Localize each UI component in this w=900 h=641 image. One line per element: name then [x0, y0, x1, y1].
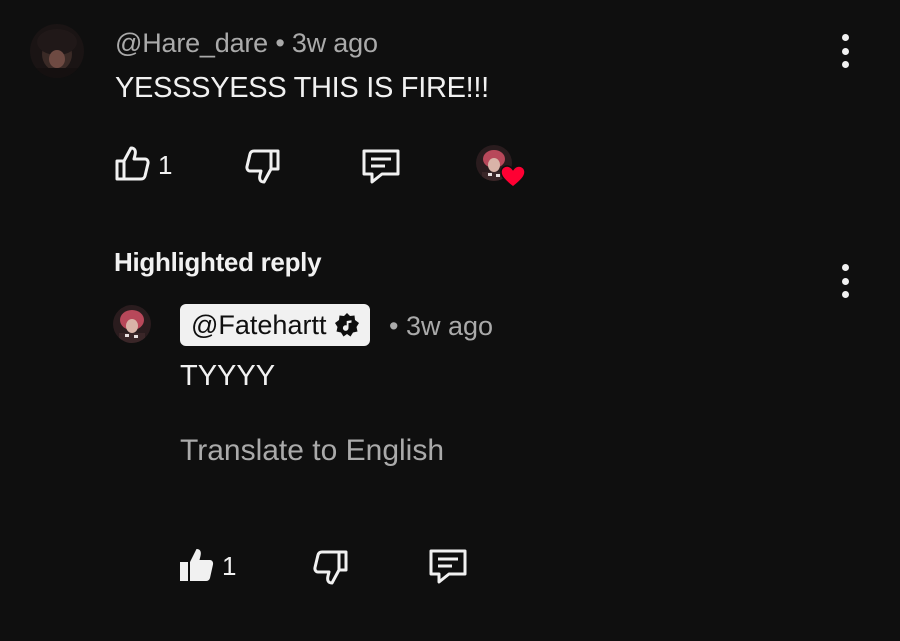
comments-panel: @Hare_dare • 3w ago YESSSYESS THIS IS FI… — [0, 0, 900, 641]
comment-reply-button[interactable] — [360, 147, 402, 190]
reply-time: 3w ago — [405, 311, 494, 341]
heart-icon — [500, 165, 526, 194]
reply-author-chip[interactable]: @Fatehartt — [180, 304, 371, 346]
comment-author[interactable]: @Hare_dare — [115, 28, 268, 58]
comment-header: @Hare_dare • 3w ago — [115, 28, 378, 59]
reply-text: TYYYY — [180, 360, 276, 392]
creator-heart — [476, 145, 528, 191]
comment-text: YESSSYESS THIS IS FIRE!!! — [115, 72, 489, 104]
music-note-badge-icon — [334, 312, 360, 338]
comment-time: 3w ago — [291, 28, 378, 58]
more-vertical-icon — [841, 34, 849, 41]
reply-dislike-button[interactable] — [313, 549, 349, 592]
comment-dislike-button[interactable] — [245, 148, 281, 191]
more-dot — [841, 291, 849, 298]
reply-like-count: 1 — [222, 551, 237, 581]
comment-like-button[interactable]: 1 — [114, 144, 172, 187]
more-dot — [841, 61, 849, 68]
meta-separator: • — [275, 28, 285, 58]
comment-more-button[interactable] — [839, 34, 851, 68]
more-dot — [841, 47, 849, 55]
reply-author-avatar[interactable] — [113, 305, 151, 343]
meta-separator: • — [389, 311, 399, 341]
reply-comment-icon — [427, 547, 469, 590]
reply-reply-button[interactable] — [427, 547, 469, 590]
thumbs-down-icon — [245, 148, 281, 191]
reply-author: @Fatehartt — [191, 309, 327, 340]
reply-header-meta: • 3w ago — [389, 311, 493, 342]
more-dot — [841, 277, 849, 285]
reply-like-button[interactable]: 1 — [178, 545, 236, 588]
commenter-avatar[interactable] — [30, 24, 84, 78]
reply-comment-icon — [360, 147, 402, 190]
reply-more-button[interactable] — [839, 264, 851, 298]
translate-button[interactable]: Translate to English — [180, 434, 444, 468]
more-vertical-icon — [841, 264, 849, 271]
thumbs-up-filled-icon — [178, 545, 214, 588]
highlighted-reply-label: Highlighted reply — [114, 247, 322, 277]
thumbs-up-icon — [114, 144, 150, 187]
comment-like-count: 1 — [158, 150, 173, 180]
thumbs-down-icon — [313, 549, 349, 592]
